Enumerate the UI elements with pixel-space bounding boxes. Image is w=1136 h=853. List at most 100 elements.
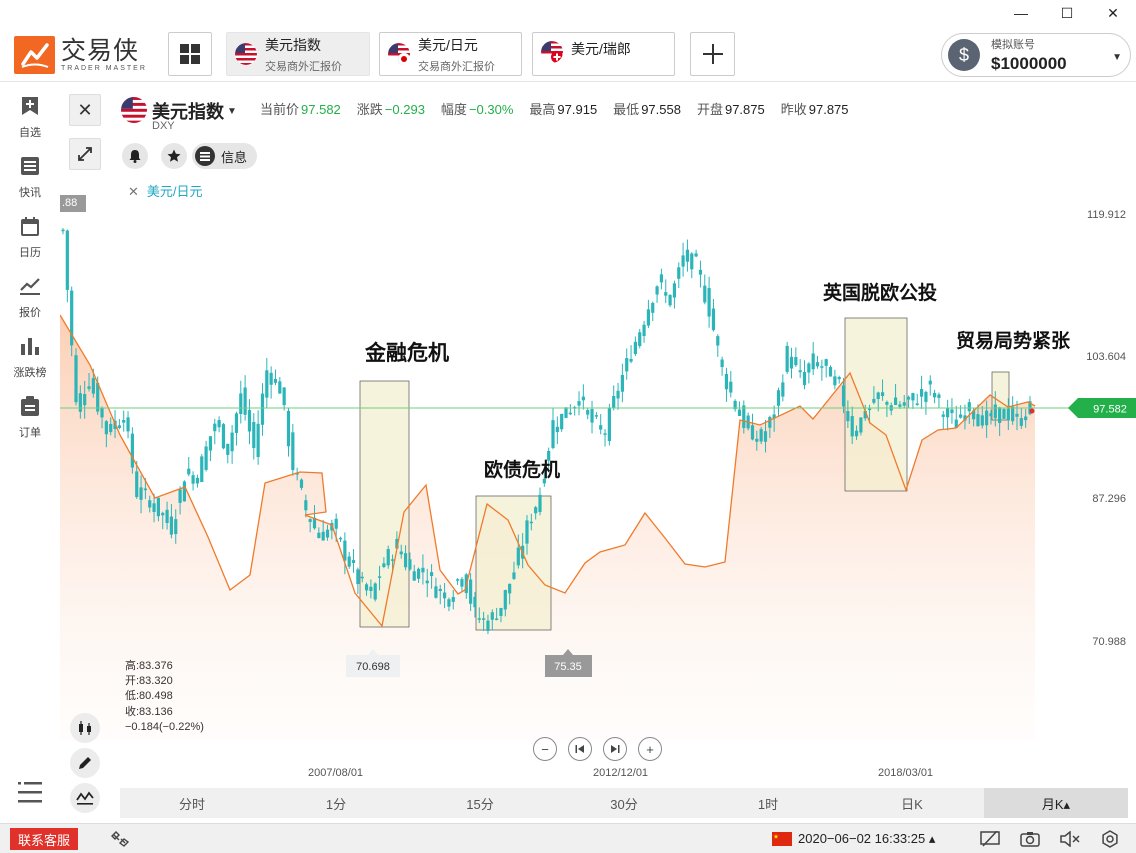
candle-body	[529, 521, 533, 524]
quote-item: 开盘 97.875	[697, 102, 773, 117]
candle-body	[187, 468, 191, 475]
plus-icon	[702, 44, 723, 64]
period-tab-tick[interactable]: 分时	[120, 788, 264, 818]
period-tab-1m[interactable]: 1分	[264, 788, 408, 818]
candle-body	[759, 429, 763, 442]
candle-body	[893, 397, 898, 405]
candle-body	[278, 381, 282, 394]
candle-body	[729, 381, 733, 393]
grid-menu-button[interactable]	[168, 32, 212, 76]
period-tab-15m[interactable]: 15分	[408, 788, 552, 818]
alert-button[interactable]	[122, 143, 148, 169]
mute-button[interactable]	[1060, 829, 1080, 849]
draw-tool-button[interactable]	[70, 748, 100, 778]
settings-button[interactable]	[1100, 829, 1120, 849]
indicator-button[interactable]	[70, 783, 100, 813]
sidebar-item-label: 快讯	[19, 187, 41, 199]
candle-body	[364, 584, 369, 591]
x-tick-label: 2018/03/01	[878, 767, 934, 779]
period-tab-month[interactable]: 月K▴	[984, 788, 1128, 818]
y-tick-label: 103.604	[1086, 351, 1126, 363]
chart-type-button[interactable]	[70, 713, 100, 743]
candle-body	[386, 549, 390, 566]
sidebar-item-label: 报价	[19, 307, 41, 319]
period-tab-day[interactable]: 日K	[840, 788, 984, 818]
candle-body	[538, 494, 542, 513]
candle-body	[850, 416, 854, 437]
candle-body	[174, 519, 178, 535]
screen-off-button[interactable]	[980, 829, 1000, 849]
sidebar-item-news[interactable]: 快讯	[0, 155, 60, 200]
tab-usdchf[interactable]: 美元/瑞郎	[532, 32, 675, 76]
candle-body	[100, 408, 104, 418]
price-chart[interactable]: 97.582 119.912 103.604 87.296 70.988 .88…	[60, 195, 1136, 755]
candle-body	[495, 618, 499, 621]
candle-body	[950, 409, 954, 414]
connection-icon[interactable]	[110, 830, 130, 853]
sidebar-item-ranking[interactable]: 涨跌榜	[0, 335, 60, 380]
candle-body	[616, 390, 620, 399]
candle-body	[690, 253, 694, 270]
quote-value: −0.293	[384, 102, 425, 117]
tab-usdjpy[interactable]: 美元/日元 交易商外汇报价	[379, 32, 522, 76]
zoom-in-button[interactable]: +	[638, 737, 662, 761]
candle-body	[959, 414, 963, 418]
ohlc-low: 低:80.498	[125, 690, 173, 703]
us-flag-icon	[235, 43, 257, 65]
jump-end-button[interactable]	[603, 737, 627, 761]
add-tab-button[interactable]	[690, 32, 735, 76]
period-tab-1h[interactable]: 1时	[696, 788, 840, 818]
candle-body	[83, 394, 87, 406]
minimize-button[interactable]: —	[998, 0, 1044, 26]
indicator-icon	[76, 791, 94, 805]
maximize-button[interactable]: ☐	[1044, 0, 1090, 26]
sidebar-item-quotes[interactable]: 报价	[0, 275, 60, 320]
jump-start-button[interactable]	[568, 737, 592, 761]
candle-body	[252, 422, 256, 449]
annotation-financial-crisis: 金融危机	[364, 341, 449, 365]
candle-body	[664, 292, 668, 296]
candle-body	[456, 579, 460, 581]
favorite-button[interactable]	[161, 143, 187, 169]
menu-list-icon	[18, 782, 42, 803]
account-selector[interactable]: $ 模拟账号 $1000000 ▼	[941, 33, 1131, 77]
candle-body	[603, 433, 607, 435]
candle-body	[985, 410, 989, 426]
info-button[interactable]: 信息	[192, 143, 258, 169]
main-menu-button[interactable]	[18, 781, 42, 808]
candle-body	[169, 516, 174, 535]
bookmark-add-icon	[19, 95, 41, 117]
tab-title: 美元指数	[265, 36, 321, 53]
expand-chart-button[interactable]	[69, 138, 101, 170]
sidebar-item-orders[interactable]: 订单	[0, 395, 60, 440]
zoom-out-button[interactable]: −	[533, 737, 557, 761]
candle-body	[460, 579, 464, 587]
candle-body	[928, 380, 932, 385]
candle-body	[429, 572, 434, 577]
candle-body	[403, 553, 408, 568]
x-tick-label: 2007/08/01	[308, 767, 364, 779]
close-window-button[interactable]: ✕	[1090, 0, 1136, 26]
candle-body	[625, 358, 629, 372]
candle-body	[612, 396, 616, 408]
candle-body	[672, 283, 677, 298]
contact-support-button[interactable]: 联系客服	[10, 828, 79, 850]
close-chart-button[interactable]: ✕	[69, 94, 101, 126]
quote-label: 涨跌	[356, 102, 383, 117]
sidebar-item-label: 自选	[19, 127, 41, 139]
period-tab-30m[interactable]: 30分	[552, 788, 696, 818]
sidebar-item-watchlist[interactable]: 自选	[0, 95, 60, 140]
screen-off-icon	[980, 831, 1000, 847]
quote-value: 97.582	[301, 102, 341, 117]
ohlc-readout: 高:83.376 开:83.320 低:80.498 收:83.136 −0.1…	[125, 659, 204, 735]
grid-icon	[180, 44, 200, 64]
candle-body	[486, 620, 490, 631]
status-bar: 联系客服 2020−06−02 16:33:25 ▴	[0, 823, 1136, 853]
tab-dxy[interactable]: 美元指数 交易商外汇报价	[226, 32, 370, 76]
sidebar-item-label: 订单	[19, 427, 41, 439]
sidebar-item-calendar[interactable]: 日历	[0, 215, 60, 260]
candle-body	[109, 424, 113, 433]
screenshot-button[interactable]	[1020, 829, 1040, 849]
candle-body	[776, 390, 781, 406]
candle-body	[204, 446, 208, 470]
